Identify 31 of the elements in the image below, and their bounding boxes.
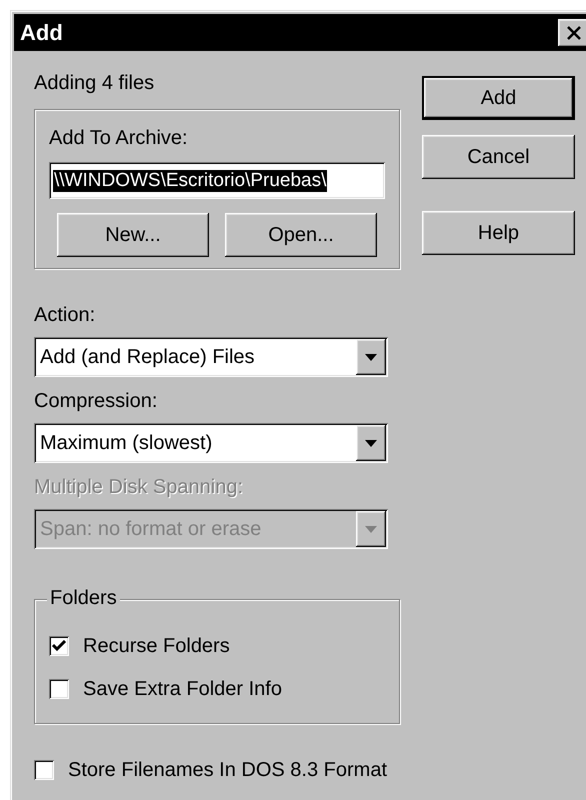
archive-path-field[interactable]: \\WINDOWS\Escritorio\Pruebas\ xyxy=(49,162,385,199)
checkbox[interactable] xyxy=(49,679,69,699)
new-button[interactable]: New... xyxy=(57,213,209,257)
dropdown-arrow-button[interactable] xyxy=(356,339,386,375)
checkmark-icon xyxy=(52,640,66,652)
dropdown-arrow-button[interactable] xyxy=(356,425,386,461)
help-button[interactable]: Help xyxy=(422,211,575,255)
open-button[interactable]: Open... xyxy=(225,213,377,257)
dropdown-value: Add (and Replace) Files xyxy=(40,346,256,368)
field-label: Add To Archive: xyxy=(49,126,188,150)
file-count-text: Adding 4 files xyxy=(34,71,154,95)
dropdown-arrow-icon xyxy=(365,526,377,532)
window-title: Add xyxy=(20,20,63,46)
dropdown-arrow-icon xyxy=(365,354,377,360)
dropdown-value: Maximum (slowest) xyxy=(40,432,214,454)
checkbox-label[interactable]: Store Filenames In DOS 8.3 Format xyxy=(68,758,388,782)
dropdown-arrow-icon xyxy=(365,440,377,446)
checkbox[interactable] xyxy=(34,760,54,780)
dropdown[interactable]: Add (and Replace) Files xyxy=(34,337,388,377)
close-button[interactable] xyxy=(558,18,586,46)
field-label: Multiple Disk Spanning: xyxy=(34,475,243,499)
checkbox-label[interactable]: Save Extra Folder Info xyxy=(83,678,282,700)
checkbox[interactable] xyxy=(49,636,69,656)
add-button[interactable]: Add xyxy=(422,76,575,120)
field-label: Compression: xyxy=(34,389,158,413)
dropdown-value: Span: no format or erase xyxy=(40,518,262,540)
checkbox-label[interactable]: Recurse Folders xyxy=(83,634,230,658)
cancel-button[interactable]: Cancel xyxy=(422,135,575,179)
dropdown[interactable]: Maximum (slowest) xyxy=(34,423,388,463)
close-icon xyxy=(566,26,582,40)
field-label: Action: xyxy=(34,303,96,327)
